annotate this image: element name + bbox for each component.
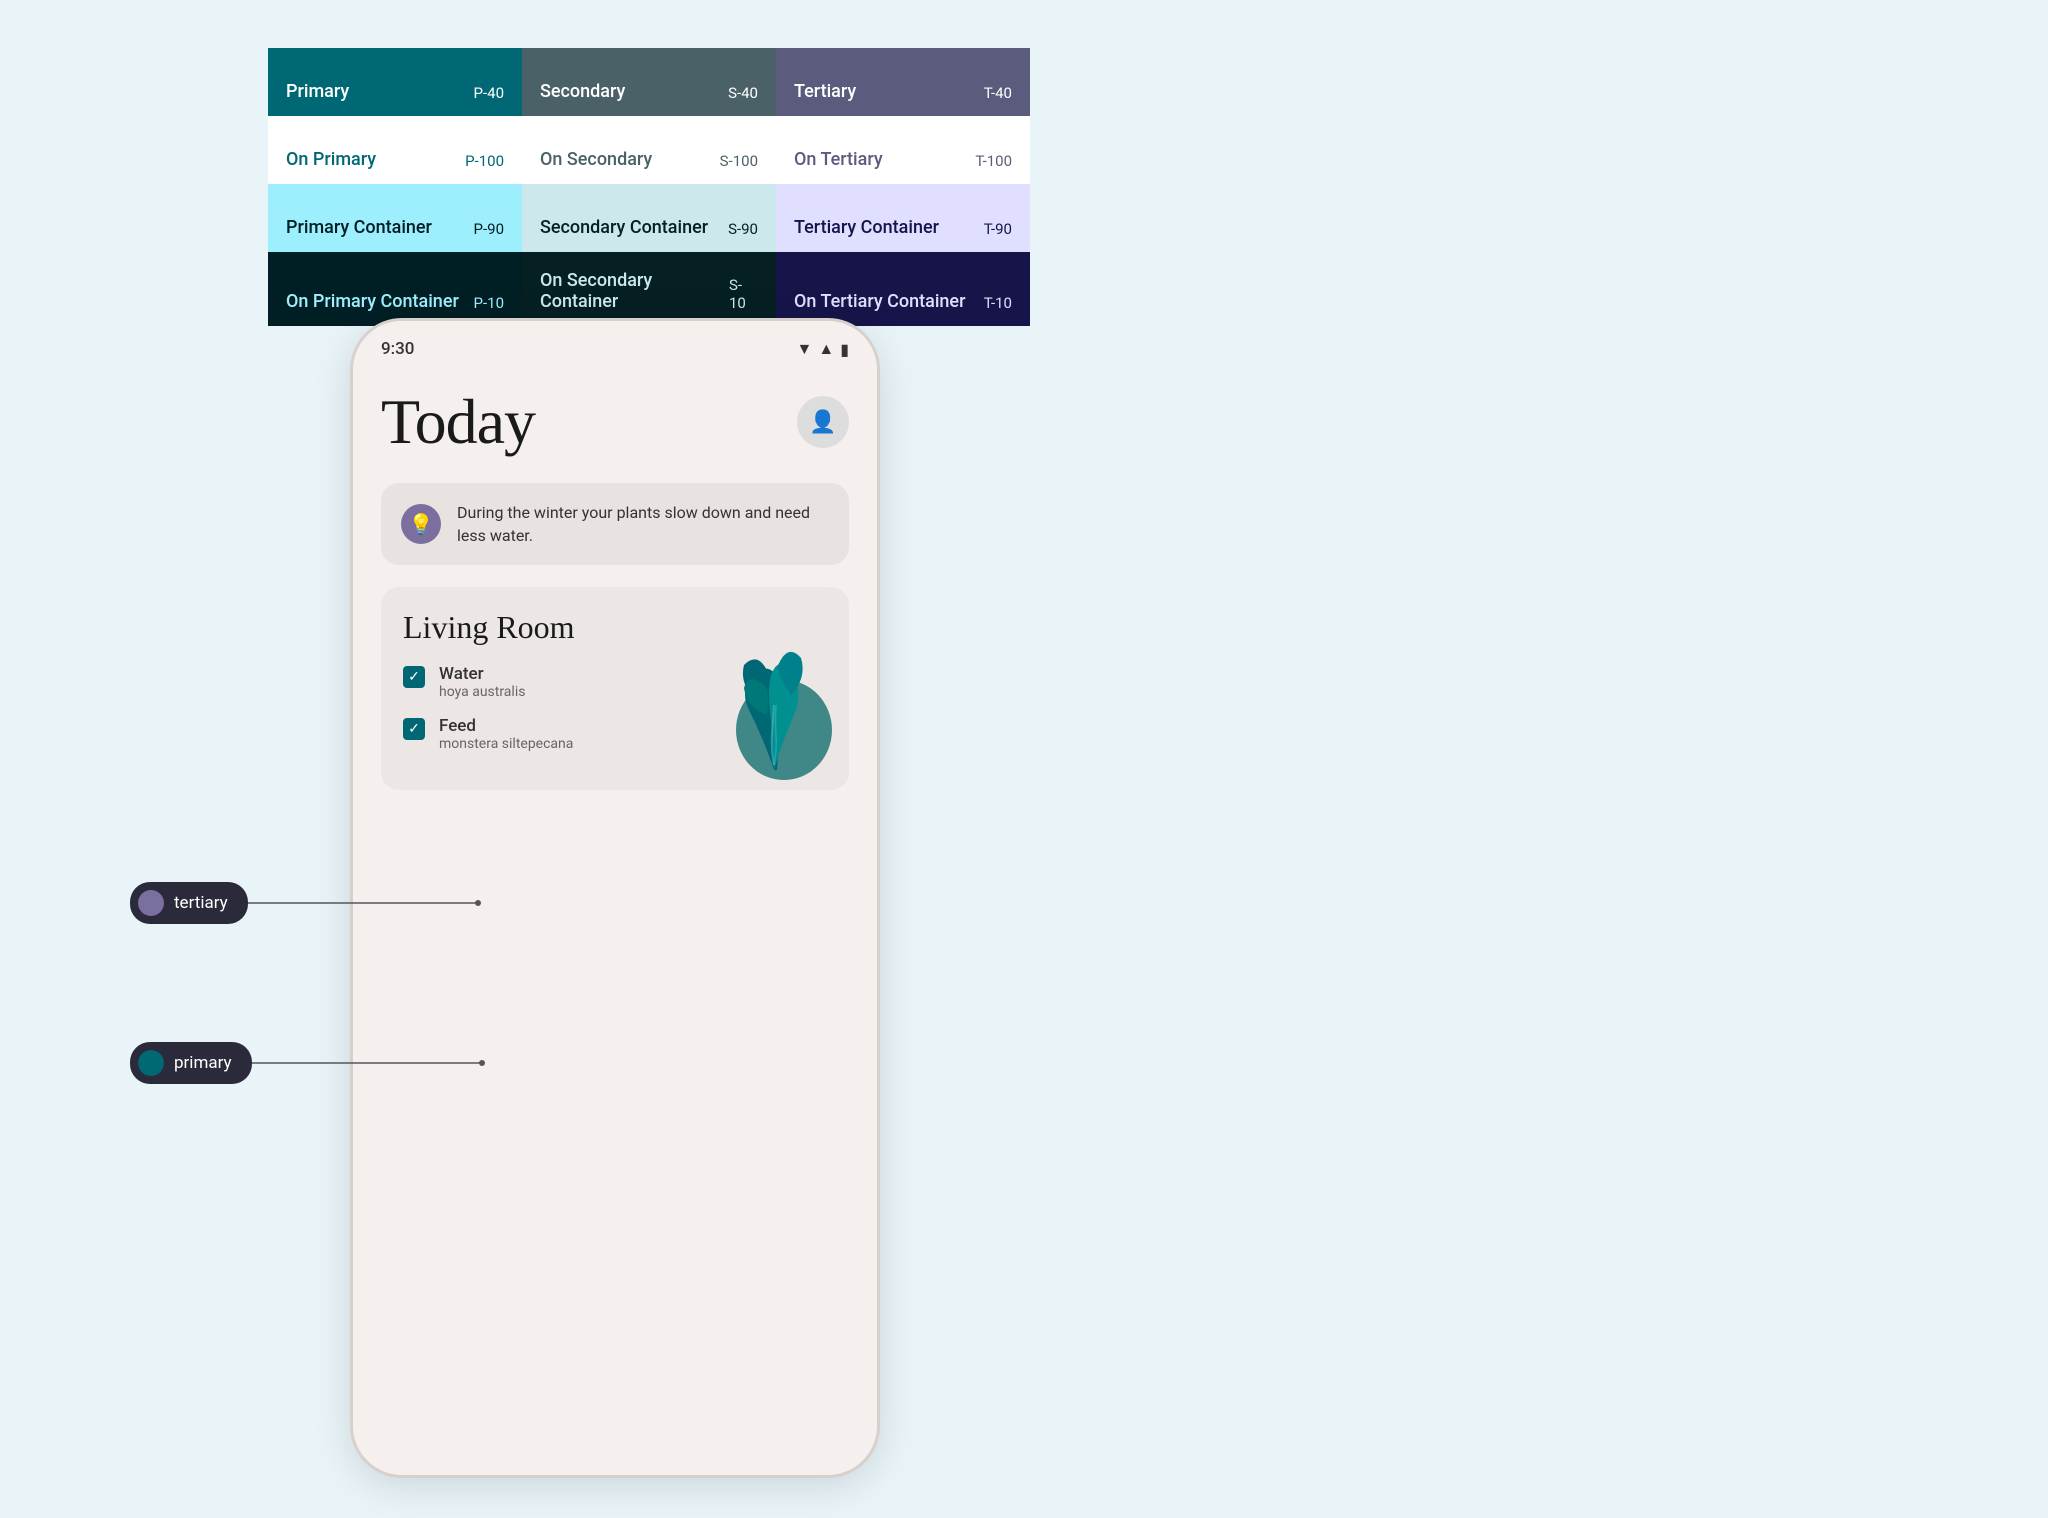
tip-card: 💡 During the winter your plants slow dow…	[381, 483, 849, 565]
primary-40-code: P-40	[474, 84, 504, 102]
checkbox-water[interactable]: ✓	[403, 666, 425, 688]
tertiary-40-code: T-40	[984, 84, 1012, 102]
secondary-container-label: Secondary Container	[540, 217, 708, 238]
color-cell-secondary-40: Secondary S-40	[522, 48, 776, 116]
tip-icon-wrap: 💡	[401, 504, 441, 544]
primary-container-code: P-90	[474, 220, 504, 238]
annotation-dot-primary	[138, 1050, 164, 1076]
color-cell-secondary-container: Secondary Container S-90	[522, 184, 776, 252]
on-tertiary-container-code: T-10	[984, 294, 1012, 312]
secondary-container-code: S-90	[728, 220, 758, 238]
tertiary-container-label: Tertiary Container	[794, 217, 939, 238]
task-text-water: Water hoya australis	[439, 664, 525, 700]
on-tertiary-label: On Tertiary	[794, 149, 883, 170]
on-primary-container-label: On Primary Container	[286, 291, 459, 312]
task-sub-water: hoya australis	[439, 684, 525, 700]
task-text-feed: Feed monstera siltepecana	[439, 716, 573, 752]
task-name-water: Water	[439, 664, 525, 684]
color-cell-on-primary: On Primary P-100	[268, 116, 522, 184]
annotation-dot-tertiary	[138, 890, 164, 916]
on-tertiary-code: T-100	[975, 152, 1012, 170]
on-primary-code: P-100	[465, 152, 504, 170]
color-table: Primary P-40 Secondary S-40 Tertiary T-4…	[268, 48, 1030, 326]
wifi-icon: ▼	[797, 339, 813, 359]
color-cell-tertiary-container: Tertiary Container T-90	[776, 184, 1030, 252]
annotation-tertiary: tertiary	[130, 882, 488, 924]
color-cell-primary-container: Primary Container P-90	[268, 184, 522, 252]
annotation-line-primary	[252, 1053, 492, 1073]
annotation-label-tertiary: tertiary	[174, 893, 228, 913]
phone-header: Today 👤	[381, 385, 849, 459]
color-cell-on-tertiary-container: On Tertiary Container T-10	[776, 252, 1030, 326]
secondary-40-label: Secondary	[540, 81, 625, 102]
on-primary-container-code: P-10	[474, 294, 504, 312]
lightbulb-icon: 💡	[409, 512, 434, 536]
color-cell-on-primary-container: On Primary Container P-10	[268, 252, 522, 326]
living-room-card: Living Room ✓ Water hoya australis ✓	[381, 587, 849, 790]
plant-illustration	[709, 620, 839, 780]
phone-content: Today 👤 💡 During the winter your plants …	[353, 367, 877, 790]
tip-text: During the winter your plants slow down …	[457, 501, 829, 547]
tertiary-container-code: T-90	[984, 220, 1012, 238]
check-icon-2: ✓	[408, 721, 420, 737]
annotation-line-tertiary	[248, 893, 488, 913]
primary-40-label: Primary	[286, 81, 349, 102]
tertiary-40-label: Tertiary	[794, 81, 856, 102]
task-name-feed: Feed	[439, 716, 573, 736]
avatar-button[interactable]: 👤	[797, 396, 849, 448]
color-cell-primary-40: Primary P-40	[268, 48, 522, 116]
annotation-pill-tertiary: tertiary	[130, 882, 248, 924]
battery-icon: ▮	[840, 340, 849, 359]
signal-icon: ▲	[818, 339, 834, 359]
color-cell-on-secondary-container: On Secondary Container S-10	[522, 252, 776, 326]
annotation-label-primary: primary	[174, 1053, 232, 1073]
on-primary-label: On Primary	[286, 149, 376, 170]
task-sub-feed: monstera siltepecana	[439, 736, 573, 752]
checkbox-feed[interactable]: ✓	[403, 718, 425, 740]
status-time: 9:30	[381, 339, 414, 359]
page-title: Today	[381, 385, 535, 459]
on-secondary-container-code: S-10	[729, 276, 758, 312]
check-icon: ✓	[408, 669, 420, 685]
on-secondary-code: S-100	[720, 152, 758, 170]
secondary-40-code: S-40	[728, 84, 758, 102]
person-icon: 👤	[809, 410, 836, 435]
color-cell-tertiary-40: Tertiary T-40	[776, 48, 1030, 116]
status-bar: 9:30 ▼ ▲ ▮	[353, 321, 877, 367]
annotation-pill-primary: primary	[130, 1042, 252, 1084]
color-cell-on-tertiary: On Tertiary T-100	[776, 116, 1030, 184]
primary-container-label: Primary Container	[286, 217, 432, 238]
on-secondary-label: On Secondary	[540, 149, 652, 170]
on-tertiary-container-label: On Tertiary Container	[794, 291, 965, 312]
status-icons: ▼ ▲ ▮	[797, 339, 850, 359]
annotation-primary: primary	[130, 1042, 492, 1084]
on-secondary-container-label: On Secondary Container	[540, 270, 729, 312]
color-cell-on-secondary: On Secondary S-100	[522, 116, 776, 184]
